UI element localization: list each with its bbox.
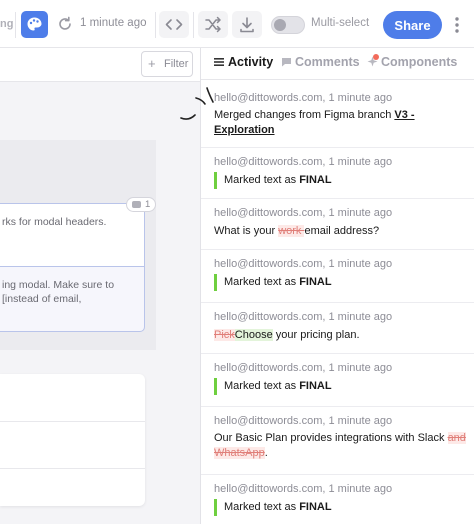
activity-message: PickChoose your pricing plan. bbox=[214, 329, 360, 341]
activity-item: hello@dittowords.com, 1 minute ago Marke… bbox=[201, 148, 474, 199]
activity-item: hello@dittowords.com, 1 minute ago Marke… bbox=[201, 475, 474, 524]
activity-message: Marked text as FINAL bbox=[224, 380, 332, 392]
tab-activity[interactable]: Activity bbox=[214, 55, 273, 69]
multiselect-label: Multi-select bbox=[311, 17, 370, 29]
filter-button[interactable]: + Filter bbox=[141, 51, 193, 77]
activity-message: What is your work email address? bbox=[214, 225, 380, 237]
activity-item: hello@dittowords.com, 1 minute ago Merge… bbox=[201, 84, 474, 148]
tab-comments[interactable]: Comments bbox=[281, 55, 360, 69]
row-divider bbox=[0, 421, 145, 422]
text-item-preview: ing modal. Make sure to [instead of email… bbox=[2, 279, 115, 305]
status-bar bbox=[214, 274, 217, 291]
row-divider bbox=[0, 468, 145, 469]
code-button[interactable] bbox=[159, 11, 189, 38]
shuffle-button[interactable] bbox=[198, 11, 228, 38]
toggle-knob bbox=[274, 19, 286, 31]
toolbar-cut-label: ng bbox=[0, 18, 14, 30]
toolbar-divider bbox=[155, 12, 156, 38]
branch-link[interactable]: V3 - bbox=[394, 109, 414, 121]
activity-meta: hello@dittowords.com, 1 minute ago bbox=[214, 156, 393, 168]
activity-meta: hello@dittowords.com, 1 minute ago bbox=[214, 311, 393, 323]
palette-icon bbox=[27, 17, 42, 31]
tab-components[interactable]: Components bbox=[367, 55, 457, 69]
history-button[interactable] bbox=[55, 14, 75, 34]
activity-meta: hello@dittowords.com, 1 minute ago bbox=[214, 258, 393, 270]
toolbar-divider bbox=[193, 12, 194, 38]
activity-meta: hello@dittowords.com, 1 minute ago bbox=[214, 207, 393, 219]
activity-item: hello@dittowords.com, 1 minute ago Our B… bbox=[201, 407, 474, 475]
text-item-preview: rks for modal headers. bbox=[2, 216, 107, 228]
activity-message: Marked text as FINAL bbox=[224, 174, 332, 186]
activity-meta: hello@dittowords.com, 1 minute ago bbox=[214, 415, 393, 427]
text-item-card[interactable] bbox=[0, 203, 145, 267]
shuffle-icon bbox=[205, 16, 221, 33]
history-icon bbox=[59, 16, 71, 30]
activity-meta: hello@dittowords.com, 1 minute ago bbox=[214, 362, 393, 374]
status-bar bbox=[214, 499, 217, 516]
comment-icon bbox=[132, 201, 141, 208]
activity-meta: hello@dittowords.com, 1 minute ago bbox=[214, 92, 393, 104]
palette-button[interactable] bbox=[21, 11, 48, 38]
top-toolbar: ng 1 minute ago Multi-select Share bbox=[0, 0, 474, 48]
comment-count-badge[interactable]: 1 bbox=[126, 197, 156, 212]
last-edited-time: 1 minute ago bbox=[80, 17, 147, 29]
plus-icon: + bbox=[148, 56, 156, 71]
activity-message: Our Basic Plan provides integrations wit… bbox=[214, 432, 466, 459]
comment-count: 1 bbox=[145, 199, 151, 210]
text-group-panel bbox=[0, 374, 145, 506]
activity-item: hello@dittowords.com, 1 minute ago What … bbox=[201, 199, 474, 250]
status-bar bbox=[214, 378, 217, 395]
activity-item: hello@dittowords.com, 1 minute ago Marke… bbox=[201, 354, 474, 407]
toolbar-divider bbox=[15, 12, 16, 38]
status-bar bbox=[214, 172, 217, 189]
notification-dot bbox=[373, 54, 379, 60]
activity-meta: hello@dittowords.com, 1 minute ago bbox=[214, 483, 393, 495]
activity-message: Marked text as FINAL bbox=[224, 276, 332, 288]
share-button[interactable]: Share bbox=[383, 11, 442, 39]
activity-message: Merged changes from Figma branch V3 - Exp… bbox=[214, 109, 415, 136]
comment-icon bbox=[282, 58, 291, 67]
activity-panel: Activity Comments Components hello@ditto… bbox=[201, 48, 474, 524]
list-icon bbox=[214, 58, 224, 66]
panel-tabs: Activity Comments Components bbox=[201, 48, 474, 80]
download-icon bbox=[240, 17, 254, 33]
activity-item: hello@dittowords.com, 1 minute ago PickC… bbox=[201, 303, 474, 354]
multiselect-toggle[interactable] bbox=[271, 16, 305, 34]
code-icon bbox=[165, 19, 183, 30]
download-button[interactable] bbox=[232, 11, 262, 38]
filter-label: Filter bbox=[164, 58, 189, 70]
branch-link[interactable]: Exploration bbox=[214, 124, 275, 136]
vertical-dots-icon bbox=[455, 17, 459, 33]
activity-item: hello@dittowords.com, 1 minute ago Marke… bbox=[201, 250, 474, 303]
canvas-area: + Filter rks for modal headers. ing moda… bbox=[0, 48, 200, 524]
more-options-button[interactable] bbox=[448, 13, 466, 37]
activity-message: Marked text as FINAL bbox=[224, 501, 332, 513]
filter-bar: + Filter bbox=[0, 48, 200, 82]
scribble-decoration bbox=[180, 87, 214, 120]
